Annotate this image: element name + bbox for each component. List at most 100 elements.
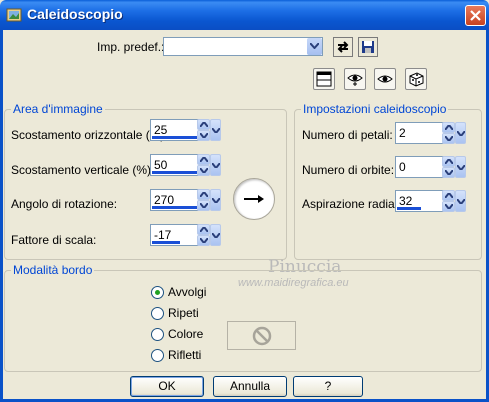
edge-color-swatch[interactable] [227,321,296,350]
horizontal-offset-slider[interactable] [152,136,201,139]
petals-field[interactable]: 2 [395,122,448,144]
orbits-field[interactable]: 0 [395,156,448,178]
kaleidoscope-settings-legend: Impostazioni caleidoscopio [301,102,449,116]
disabled-icon [252,326,272,346]
preview-window-icon [316,71,332,87]
spin-up-icon [445,193,453,198]
spin-up-icon [445,125,453,130]
rotation-angle-spinner[interactable] [197,189,210,211]
rotation-dial[interactable] [233,178,275,220]
petals-dropdown[interactable] [455,122,466,144]
petals-spinner[interactable] [442,122,455,144]
radial-suction-dropdown[interactable] [455,190,466,212]
chevron-down-icon [310,43,319,49]
vertical-offset-field[interactable]: 50 [150,154,203,176]
auto-proof-eye-icon [377,75,393,83]
right-arrow-icon [244,195,264,203]
proof-button[interactable] [344,68,366,90]
vertical-offset-slider[interactable] [152,171,201,174]
spin-up-icon [200,227,208,232]
radial-suction-label: Aspirazione radiale: [302,197,408,211]
chevron-down-icon [212,198,220,203]
scale-factor-field[interactable]: -17 [150,224,203,246]
horizontal-offset-label: Scostamento orizzontale (%): [11,128,168,142]
chevron-down-icon [457,131,465,136]
vertical-offset-spinner[interactable] [197,154,210,176]
spin-down-icon [445,170,453,175]
orbits-label: Numero di orbite: [302,163,395,177]
spin-up-icon [445,159,453,164]
close-icon [470,10,481,21]
spin-down-icon [200,238,208,243]
chevron-down-icon [212,233,220,238]
rotation-angle-slider[interactable] [152,206,201,209]
radio-reflect[interactable] [151,349,164,362]
ok-button[interactable]: OK [130,376,204,397]
proof-eye-icon [347,74,363,86]
spin-up-icon [200,192,208,197]
save-icon [362,41,374,53]
vertical-offset-dropdown[interactable] [210,154,221,176]
spin-down-icon [200,203,208,208]
vertical-offset-label: Scostamento verticale (%): [11,163,155,177]
radio-reflect-label[interactable]: Rifletti [168,348,201,362]
radio-wrap[interactable] [151,286,164,299]
randomize-button[interactable] [405,68,427,90]
preview-window-button[interactable] [313,68,335,90]
save-preset-button[interactable] [358,37,378,57]
horizontal-offset-spinner[interactable] [197,119,210,141]
radio-repeat-label[interactable]: Ripeti [168,306,199,320]
app-icon [6,7,22,23]
horizontal-offset-value: 25 [154,123,168,137]
petals-label: Numero di petali: [302,128,393,142]
petals-value: 2 [399,126,406,140]
radio-color-label[interactable]: Colore [168,327,203,341]
scale-factor-label: Fattore di scala: [11,233,97,247]
window-border-left [0,30,3,402]
rotation-angle-field[interactable]: 270 [150,189,203,211]
edge-mode-legend: Modalità bordo [11,263,95,277]
spin-up-icon [200,157,208,162]
chevron-down-icon [457,165,465,170]
scale-factor-value: -17 [154,228,172,242]
vertical-offset-value: 50 [154,158,168,172]
horizontal-offset-field[interactable]: 25 [150,119,203,141]
radial-suction-field[interactable]: 32 [395,190,448,212]
window-title: Caleidoscopio [27,6,123,22]
spin-up-icon [200,122,208,127]
auto-proof-button[interactable] [374,68,396,90]
orbits-dropdown[interactable] [455,156,466,178]
radial-suction-slider[interactable] [397,207,421,210]
help-button[interactable]: ? [293,376,363,397]
radio-repeat[interactable] [151,307,164,320]
chevron-down-icon [457,199,465,204]
rotation-angle-label: Angolo di rotazione: [11,197,118,211]
preset-dropdown-button[interactable] [307,38,322,55]
spin-down-icon [445,204,453,209]
scale-factor-slider[interactable] [152,241,180,244]
image-area-legend: Area d'immagine [11,102,105,116]
randomize-dice-icon [409,72,424,87]
spin-down-icon [445,136,453,141]
rotation-angle-value: 270 [154,193,175,207]
scale-factor-spinner[interactable] [197,224,210,246]
reset-icon [337,41,349,53]
close-button[interactable] [465,5,486,26]
chevron-down-icon [212,128,220,133]
horizontal-offset-dropdown[interactable] [210,119,221,141]
radio-wrap-label[interactable]: Avvolgi [168,285,206,299]
orbits-value: 0 [399,160,406,174]
chevron-down-icon [212,163,220,168]
scale-factor-dropdown[interactable] [210,224,221,246]
reset-button[interactable] [333,37,353,57]
cancel-button[interactable]: Annulla [213,376,287,397]
radial-suction-value: 32 [399,194,413,208]
spin-down-icon [200,168,208,173]
preset-label: Imp. predef.: [97,40,165,54]
spin-down-icon [200,133,208,138]
radio-color[interactable] [151,328,164,341]
orbits-spinner[interactable] [442,156,455,178]
preset-combo[interactable] [163,37,323,56]
radial-suction-spinner[interactable] [442,190,455,212]
rotation-angle-dropdown[interactable] [210,189,221,211]
